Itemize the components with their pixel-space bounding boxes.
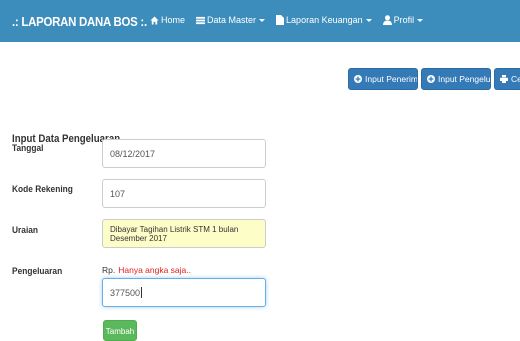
kode-rekening-label: Kode Rekening: [12, 184, 73, 195]
pengeluaran-input[interactable]: 377500: [102, 278, 266, 307]
nav-item-home[interactable]: Home: [150, 15, 185, 25]
validation-message: Hanya angka saja..: [118, 265, 192, 275]
uraian-label: Uraian: [12, 225, 39, 236]
caret-down-icon: [365, 18, 372, 22]
kode-rekening-input[interactable]: 107: [102, 179, 266, 208]
nav-item-profil[interactable]: Profil: [382, 15, 424, 25]
kode-rekening-value: 107: [110, 188, 126, 199]
nav-item-label: Home: [161, 15, 186, 25]
currency-prefix: Rp.: [102, 265, 116, 275]
plus-circle-icon: [427, 75, 435, 83]
input-pengeluaran-button[interactable]: Input Pengeluaran: [421, 68, 491, 90]
nav-item-label: Profil: [393, 15, 415, 25]
nav-item-label: Data Master: [207, 15, 257, 25]
cetak-button[interactable]: Cetak: [494, 68, 520, 90]
input-penerimaan-label: Input Penerimaan: [365, 74, 418, 84]
tanggal-input[interactable]: 08/12/2017: [102, 139, 266, 168]
pengeluaran-hint: Rp. Hanya angka saja..: [102, 265, 191, 275]
caret-down-icon: [259, 18, 266, 22]
home-icon: [150, 15, 159, 25]
tanggal-value: 08/12/2017: [110, 148, 156, 159]
plus-circle-icon: [354, 75, 362, 83]
nav-item-label: Laporan Keuangan: [286, 15, 363, 25]
tanggal-label: Tanggal: [12, 143, 44, 154]
pengeluaran-label: Pengeluaran: [12, 266, 63, 277]
file-icon: [276, 15, 285, 25]
top-navbar: .: LAPORAN DANA BOS :. Home Data Master …: [0, 0, 520, 42]
uraian-value: Dibayar Tagihan Listrik STM 1 bulan Dese…: [110, 224, 239, 243]
input-pengeluaran-label: Input Pengeluaran: [438, 74, 491, 84]
cetak-label: Cetak: [511, 74, 520, 84]
input-penerimaan-button[interactable]: Input Penerimaan: [348, 68, 418, 90]
app-brand[interactable]: .: LAPORAN DANA BOS :.: [12, 14, 147, 29]
nav-item-laporan-keuangan[interactable]: Laporan Keuangan: [276, 15, 372, 25]
caret-down-icon: [417, 18, 424, 22]
list-icon: [196, 16, 206, 25]
uraian-input[interactable]: Dibayar Tagihan Listrik STM 1 bulan Dese…: [102, 219, 266, 248]
text-cursor: [141, 287, 143, 298]
user-icon: [382, 15, 392, 25]
print-icon: [500, 75, 508, 83]
nav-menu: Home Data Master Laporan Keuangan Profil: [150, 15, 434, 25]
tambah-button[interactable]: Tambah: [103, 320, 137, 341]
nav-item-data-master[interactable]: Data Master: [196, 15, 266, 25]
pengeluaran-value: 377500: [110, 287, 141, 298]
